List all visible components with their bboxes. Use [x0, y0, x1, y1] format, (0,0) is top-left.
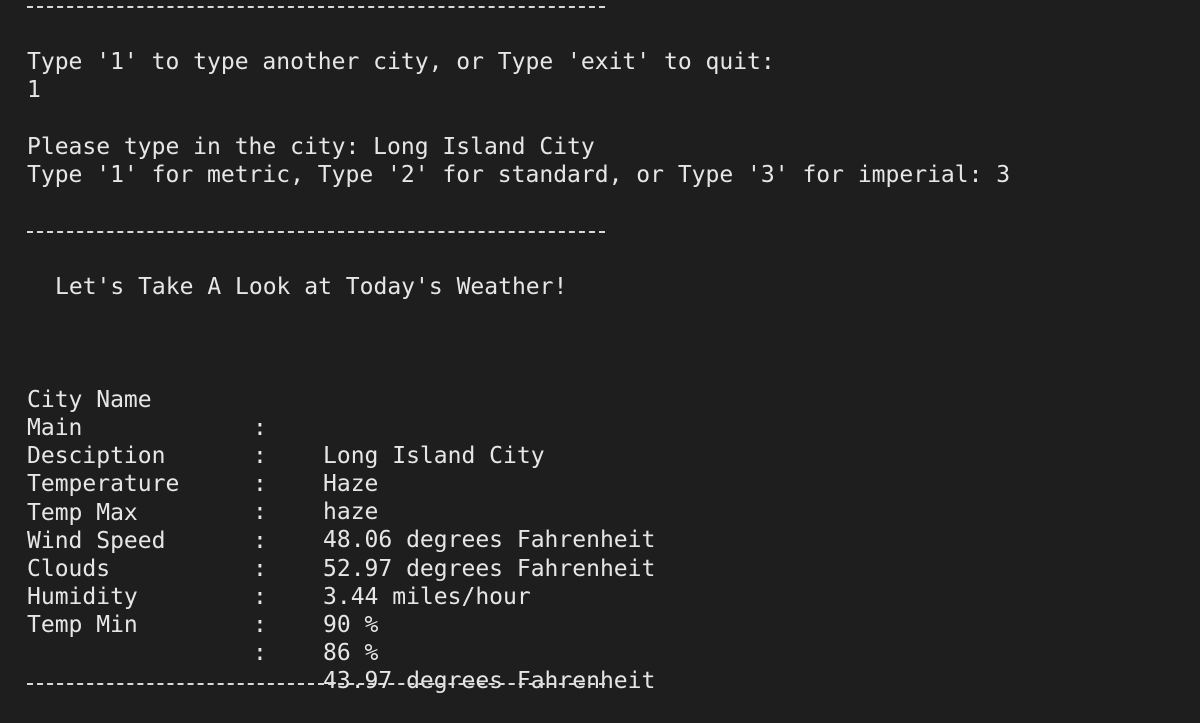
weather-separator: : — [253, 612, 267, 638]
terminal-window[interactable]: Type '1' to type another city, or Type '… — [0, 0, 1200, 695]
units-prompt: Type '1' for metric, Type '2' for standa… — [27, 162, 1011, 188]
weather-value: 3.44 miles/hour — [323, 584, 531, 610]
weather-value: 86 % — [323, 640, 379, 666]
weather-separator: : — [253, 584, 267, 610]
divider-top — [27, 6, 605, 8]
weather-row: Desciption : haze — [27, 414, 378, 525]
weather-value: haze — [323, 499, 379, 525]
weather-separator: : — [253, 415, 267, 441]
weather-separator: : — [253, 471, 267, 497]
weather-row: Wind Speed : 3.44 miles/hour — [27, 499, 531, 610]
weather-value: 90 % — [323, 612, 379, 638]
weather-value: Haze — [323, 471, 379, 497]
weather-value: Long Island City — [323, 443, 545, 469]
weather-heading: Let's Take A Look at Today's Weather! — [55, 274, 568, 300]
city-prompt: Please type in the city: Long Island Cit… — [27, 134, 595, 160]
weather-separator: : — [253, 443, 267, 469]
weather-row: City Name : Long Island City — [27, 358, 545, 469]
weather-separator: : — [253, 556, 267, 582]
weather-row: Temp Min : 43.97 degrees Fahrenheit — [27, 583, 655, 694]
choice-prompt: Type '1' to type another city, or Type '… — [27, 49, 775, 75]
weather-row: Temp Max : 52.97 degrees Fahrenheit — [27, 471, 655, 582]
divider-bottom — [27, 683, 605, 685]
weather-row: Temperature : 48.06 degrees Fahrenheit — [27, 442, 655, 553]
weather-value: 43.97 degrees Fahrenheit — [323, 668, 656, 694]
weather-separator: : — [253, 528, 267, 554]
weather-row: Clouds : 90 % — [27, 527, 378, 638]
choice-input: 1 — [27, 77, 41, 103]
divider-middle — [27, 231, 605, 233]
weather-row: Humidity : 86 % — [27, 555, 378, 666]
weather-separator: : — [253, 499, 267, 525]
weather-row: Main : Haze — [27, 386, 378, 497]
weather-value: 48.06 degrees Fahrenheit — [323, 527, 656, 553]
weather-label: Temp Min — [27, 612, 138, 638]
weather-separator: : — [253, 640, 267, 666]
weather-value: 52.97 degrees Fahrenheit — [323, 556, 656, 582]
